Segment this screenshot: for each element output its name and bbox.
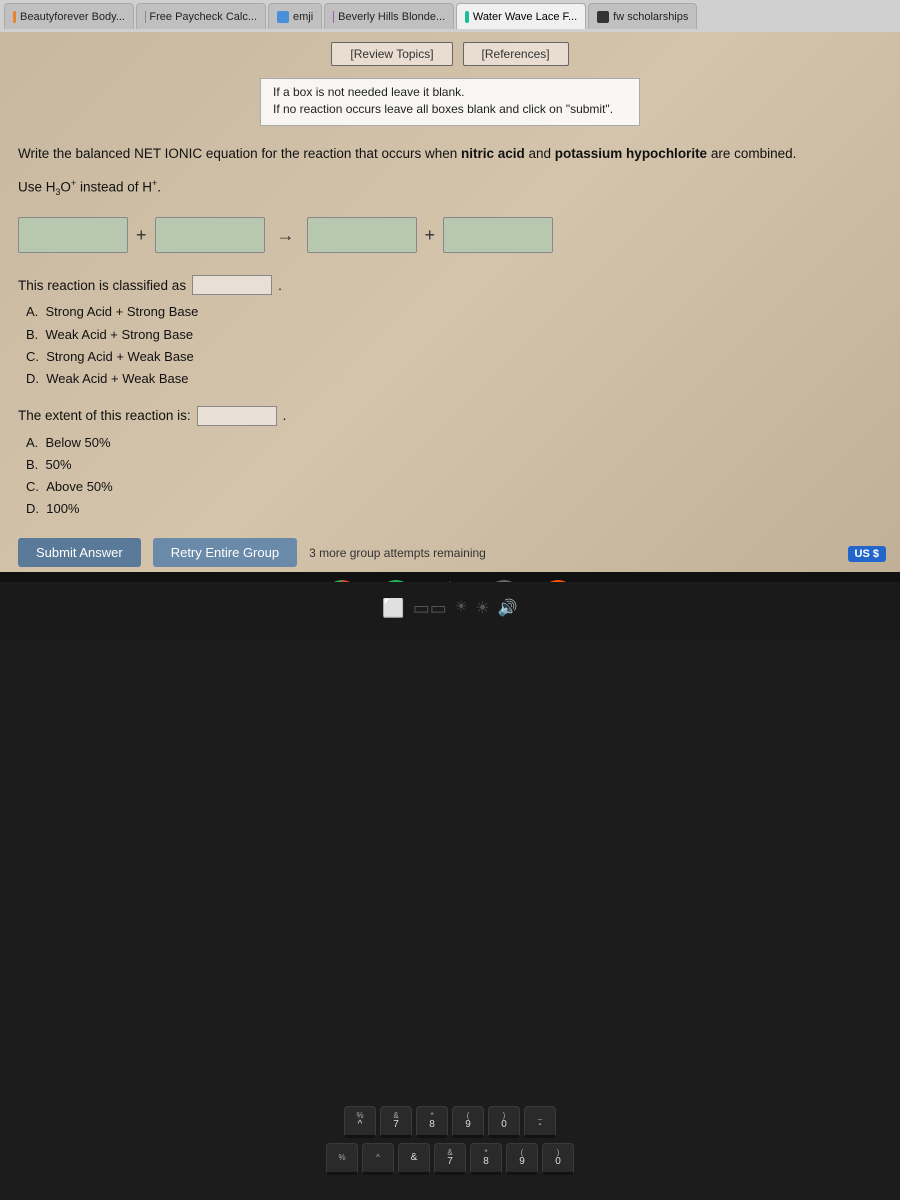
question-text: Write the balanced NET IONIC equation fo… xyxy=(0,130,900,172)
us-badge: US $ xyxy=(848,546,886,562)
key-9[interactable]: ( 9 xyxy=(506,1143,538,1175)
volume-mute-icon: 🔊 xyxy=(498,598,518,619)
classify-option-a[interactable]: A. Strong Acid + Strong Base xyxy=(26,301,882,323)
keyboard-area: % ^ & 7 * 8 ( 9 xyxy=(0,640,900,1200)
tab-beautyforever[interactable]: Beautyforever Body... xyxy=(4,3,134,29)
key-percent[interactable]: % ^ xyxy=(344,1106,376,1138)
brightness-down-icon: ☀ xyxy=(455,598,468,619)
tab-favicon-3 xyxy=(277,11,289,23)
key-0[interactable]: ) 0 xyxy=(542,1143,574,1175)
extent-section: The extent of this reaction is: . A. Bel… xyxy=(0,394,900,524)
extent-label: The extent of this reaction is: . xyxy=(18,406,882,426)
extent-option-b[interactable]: B. 50% xyxy=(26,454,882,476)
question-tabs: [Review Topics] [References] xyxy=(0,32,900,74)
arrow-sign: → xyxy=(273,225,299,246)
classification-blank[interactable] xyxy=(192,275,272,295)
submit-answer-button[interactable]: Submit Answer xyxy=(18,538,141,567)
tab-label-1: Beautyforever Body... xyxy=(20,11,125,23)
instructions-box: If a box is not needed leave it blank. I… xyxy=(260,78,640,126)
key-7[interactable]: & 7 xyxy=(434,1143,466,1175)
classification-section: This reaction is classified as . A. Stro… xyxy=(0,271,900,393)
browser-tab-bar: Beautyforever Body... Free Paycheck Calc… xyxy=(0,0,900,32)
extent-option-a[interactable]: A. Below 50% xyxy=(26,432,882,454)
classification-label: This reaction is classified as . xyxy=(18,275,882,295)
instruction-line-2: If no reaction occurs leave all boxes bl… xyxy=(273,102,627,116)
tab-water-wave[interactable]: Water Wave Lace F... xyxy=(456,3,586,29)
tab-favicon-1 xyxy=(13,11,16,23)
h3o-instruction: Use H3O+ instead of H+. xyxy=(0,172,900,207)
classification-options: A. Strong Acid + Strong Base B. Weak Aci… xyxy=(26,301,882,389)
extent-option-c[interactable]: C. Above 50% xyxy=(26,476,882,498)
plus-sign-2: + xyxy=(425,225,436,246)
equation-box-3[interactable] xyxy=(307,217,417,253)
key-asterisk[interactable]: * 8 xyxy=(416,1106,448,1138)
retry-group-button[interactable]: Retry Entire Group xyxy=(153,538,297,567)
classify-option-d[interactable]: D. Weak Acid + Weak Base xyxy=(26,368,882,390)
tab-label-5: Water Wave Lace F... xyxy=(473,11,577,23)
key-closeparen[interactable]: ) 0 xyxy=(488,1106,520,1138)
classify-option-c[interactable]: C. Strong Acid + Weak Base xyxy=(26,346,882,368)
brightness-up-icon: ☀ xyxy=(475,598,489,619)
key-ampersand[interactable]: & xyxy=(398,1143,430,1175)
equation-box-1[interactable] xyxy=(18,217,128,253)
button-row: Submit Answer Retry Entire Group 3 more … xyxy=(0,524,900,572)
key-openparen[interactable]: ( 9 xyxy=(452,1106,484,1138)
screen-icon: ⬜ xyxy=(382,598,404,619)
key-percent-sign[interactable]: % xyxy=(326,1143,358,1175)
tab-label-3: emji xyxy=(293,11,313,23)
attempts-text: 3 more group attempts remaining xyxy=(309,546,486,560)
tab-favicon-6 xyxy=(597,11,609,23)
tab-references[interactable]: [References] xyxy=(463,42,569,66)
equation-box-4[interactable] xyxy=(443,217,553,253)
key-8[interactable]: * 8 xyxy=(470,1143,502,1175)
extent-blank[interactable] xyxy=(197,406,277,426)
laptop-body: ⬜ ▭▭ ☀ ☀ 🔊 % ^ & 7 * 8 xyxy=(0,582,900,1200)
tab-emji[interactable]: emji xyxy=(268,3,322,29)
browser-content: [Review Topics] [References] If a box is… xyxy=(0,32,900,572)
plus-sign-1: + xyxy=(136,225,147,246)
tab-label-4: Beverly Hills Blonde... xyxy=(338,11,445,23)
key-minus[interactable]: _ - xyxy=(524,1106,556,1138)
question-area: [Review Topics] [References] If a box is… xyxy=(0,32,900,572)
tab-fw[interactable]: fw scholarships xyxy=(588,3,697,29)
tab-review-topics[interactable]: [Review Topics] xyxy=(331,42,452,66)
tab-label-6: fw scholarships xyxy=(613,11,688,23)
tab-label-2: Free Paycheck Calc... xyxy=(149,11,257,23)
tab-favicon-4 xyxy=(333,11,334,23)
key-caret-hat[interactable]: ^ xyxy=(362,1143,394,1175)
window-icon: ▭▭ xyxy=(413,598,447,619)
classify-option-b[interactable]: B. Weak Acid + Strong Base xyxy=(26,324,882,346)
instruction-line-1: If a box is not needed leave it blank. xyxy=(273,85,627,99)
tab-favicon-5 xyxy=(465,11,469,23)
keyboard-row-special: % ^ & 7 * 8 ( 9 xyxy=(344,1106,556,1138)
keyboard-row-bottom: % ^ & & 7 * xyxy=(326,1143,574,1175)
equation-box-2[interactable] xyxy=(155,217,265,253)
extent-options: A. Below 50% B. 50% C. Above 50% D. 100% xyxy=(26,432,882,520)
extent-option-d[interactable]: D. 100% xyxy=(26,498,882,520)
equation-row: + → + xyxy=(0,207,900,271)
tab-paycheck[interactable]: Free Paycheck Calc... xyxy=(136,3,266,29)
key-caret[interactable]: & 7 xyxy=(380,1106,412,1138)
tab-beverly[interactable]: Beverly Hills Blonde... xyxy=(324,3,454,29)
